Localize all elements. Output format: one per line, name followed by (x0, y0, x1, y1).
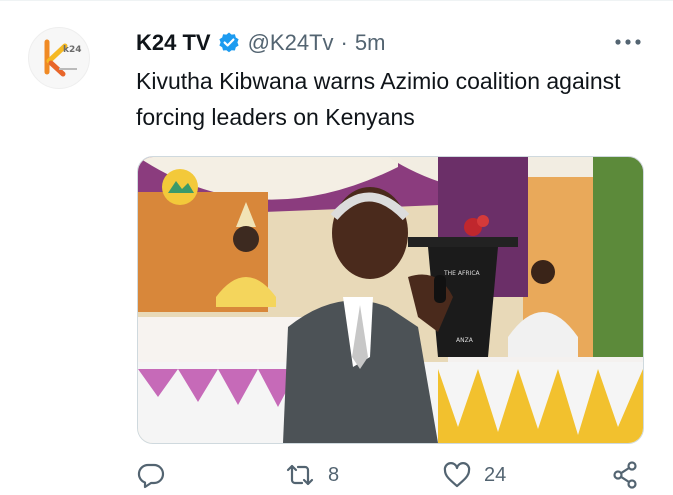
retweet-count: 8 (328, 463, 340, 486)
separator-dot: · (340, 30, 348, 55)
like-button[interactable]: 24 (442, 460, 506, 490)
k24-logo-icon: k24 (44, 39, 82, 77)
tweet-header: K24 TV @K24Tv · 5m (136, 28, 385, 58)
svg-text:THE AFRICA: THE AFRICA (443, 270, 481, 277)
like-count: 24 (484, 463, 507, 486)
like-icon (443, 462, 471, 488)
tweet-text: Kivutha Kibwana warns Azimio coalition a… (136, 68, 621, 130)
share-icon (613, 461, 637, 489)
reply-icon (137, 463, 165, 489)
retweet-icon (286, 464, 314, 486)
tweet-photo[interactable]: THE AFRICA ANZA (137, 156, 644, 444)
author-name[interactable]: K24 TV (136, 30, 211, 56)
tweet-timestamp[interactable]: 5m (355, 30, 386, 56)
more-options-icon[interactable] (610, 30, 646, 54)
share-button[interactable] (610, 460, 640, 490)
tweet-actions: 8 24 (136, 460, 646, 490)
svg-text:k24: k24 (63, 45, 82, 55)
retweet-button[interactable]: 8 (284, 460, 339, 490)
top-divider (0, 0, 673, 1)
avatar[interactable]: k24 (28, 27, 90, 89)
reply-button[interactable] (136, 460, 178, 490)
author-handle[interactable]: @K24Tv (248, 30, 334, 56)
svg-text:ANZA: ANZA (456, 337, 474, 344)
speaker-photo: THE AFRICA ANZA (138, 157, 643, 443)
verified-badge-icon (217, 31, 241, 55)
